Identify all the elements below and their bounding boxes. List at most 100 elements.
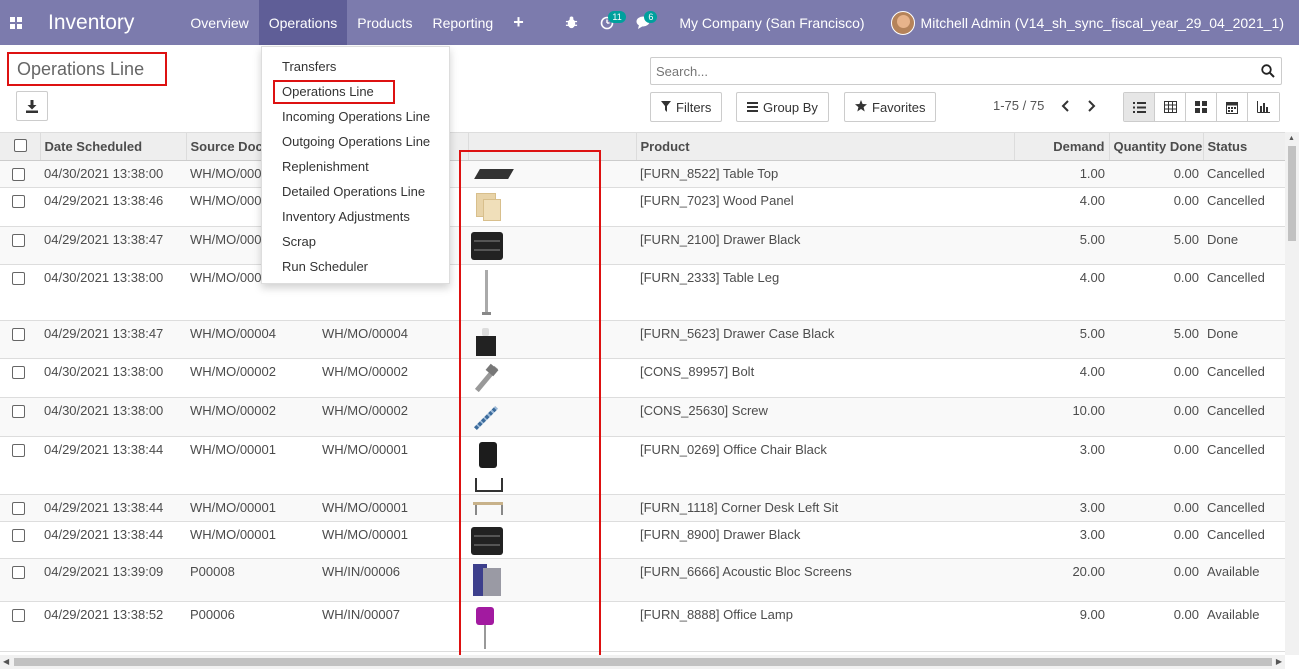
bug-icon[interactable] (561, 0, 581, 45)
cell-date-scheduled: 04/30/2021 13:38:00 (40, 160, 186, 188)
select-all-checkbox-cell[interactable] (0, 133, 41, 161)
vertical-scrollbar[interactable]: ▲ (1285, 132, 1299, 655)
cell-product-image (468, 187, 636, 227)
cell-date-scheduled: 04/30/2021 13:38:00 (40, 358, 186, 398)
menu-operations[interactable]: Operations (258, 0, 348, 45)
dropdown-item-inventory-adjustments[interactable]: Inventory Adjustments (262, 204, 449, 229)
column-demand[interactable]: Demand (1014, 133, 1110, 161)
dropdown-item-replenishment[interactable]: Replenishment (262, 154, 449, 179)
cell-source-doc: WH/MO/00002 (186, 358, 318, 398)
pager-value[interactable]: 1-75 / 75 (993, 98, 1044, 113)
dropdown-item-scrap[interactable]: Scrap (262, 229, 449, 254)
favorites-button[interactable]: Favorites (844, 92, 937, 122)
group-by-label: Group By (763, 99, 818, 115)
search-input[interactable] (651, 63, 1255, 79)
dropdown-item-detailed-operations-line[interactable]: Detailed Operations Line (262, 179, 449, 204)
cell-status: Cancelled (1203, 187, 1285, 227)
horizontal-scrollbar[interactable]: ◀ ▶ (0, 655, 1285, 669)
cell-reference: WH/MO/00002 (318, 397, 468, 437)
cell-demand: 3.00 (1014, 521, 1109, 559)
column-status[interactable]: Status (1203, 133, 1285, 161)
cell-date-scheduled: 04/30/2021 13:38:00 (40, 264, 186, 321)
scroll-left-icon[interactable]: ◀ (3, 657, 9, 666)
horizontal-scroll-thumb[interactable] (14, 658, 1272, 666)
cell-demand: 10.00 (1014, 397, 1109, 437)
cell-quantity-done: 0.00 (1109, 601, 1203, 652)
row-checkbox[interactable] (12, 565, 25, 579)
cell-status: Cancelled (1203, 358, 1285, 398)
row-select-cell (0, 358, 40, 398)
column-quantity-done[interactable]: Quantity Done (1109, 133, 1204, 161)
cell-quantity-done: 0.00 (1109, 521, 1203, 559)
cell-status: Cancelled (1203, 397, 1285, 437)
row-checkbox[interactable] (12, 608, 25, 622)
row-checkbox[interactable] (12, 501, 25, 515)
company-switcher[interactable]: My Company (San Francisco) (679, 15, 864, 31)
cell-date-scheduled: 04/29/2021 13:38:52 (40, 601, 186, 652)
column-date-scheduled[interactable]: Date Scheduled (40, 133, 187, 161)
table-row[interactable]: 04/29/2021 13:38:47 WH/MO/000 [FURN_2100] … (0, 226, 1285, 265)
cell-product: [FURN_7023] Wood Panel (636, 187, 1014, 227)
messages-badge: 6 (644, 11, 658, 23)
list-view-icon[interactable] (1124, 93, 1155, 121)
table-row[interactable]: 04/29/2021 13:39:09 P00008 WH/IN/00006 [FUR… (0, 558, 1285, 602)
dropdown-item-outgoing-operations-line[interactable]: Outgoing Operations Line (262, 129, 449, 154)
column-product[interactable]: Product (636, 133, 1015, 161)
dropdown-item-incoming-operations-line[interactable]: Incoming Operations Line (262, 104, 449, 129)
scroll-right-icon[interactable]: ▶ (1276, 657, 1282, 666)
pivot-view-icon[interactable] (1155, 93, 1186, 121)
menu-products[interactable]: Products (347, 0, 422, 45)
table-row[interactable]: 04/30/2021 13:38:00 WH/MO/000 [FURN_8522] … (0, 160, 1285, 188)
table-row[interactable]: 04/29/2021 13:38:47 WH/MO/00004 WH/MO/0000… (0, 320, 1285, 359)
table-row[interactable]: 04/29/2021 13:38:44 WH/MO/00001 WH/MO/0000… (0, 436, 1285, 495)
app-title[interactable]: Inventory (32, 11, 180, 35)
row-checkbox[interactable] (12, 327, 25, 341)
table-row[interactable]: 04/30/2021 13:38:00 WH/MO/00002 WH/MO/0000… (0, 358, 1285, 398)
table-row[interactable]: 04/29/2021 13:38:52 P00006 WH/IN/00007 [FUR… (0, 601, 1285, 652)
row-checkbox[interactable] (12, 443, 25, 457)
apps-menu-icon[interactable] (0, 0, 32, 45)
user-avatar[interactable] (890, 10, 915, 35)
table-row[interactable]: 04/30/2021 13:38:00 WH/MO/000 [FURN_2333] … (0, 264, 1285, 321)
cell-date-scheduled: 04/29/2021 13:38:47 (40, 320, 186, 359)
row-checkbox[interactable] (12, 233, 25, 247)
row-checkbox[interactable] (12, 194, 25, 208)
row-checkbox[interactable] (12, 365, 25, 379)
calendar-view-icon[interactable] (1217, 93, 1248, 121)
menu-reporting[interactable]: Reporting (422, 0, 503, 45)
plus-icon[interactable]: + (503, 0, 534, 45)
cell-date-scheduled: 04/29/2021 13:38:47 (40, 226, 186, 265)
messages-icon[interactable]: 6 (633, 0, 658, 45)
menu-overview[interactable]: Overview (180, 0, 258, 45)
graph-view-icon[interactable] (1248, 93, 1279, 121)
cell-source-doc: P00008 (186, 558, 318, 602)
row-checkbox[interactable] (12, 404, 25, 418)
cell-product: [FURN_2333] Table Leg (636, 264, 1014, 321)
row-select-cell (0, 436, 40, 495)
select-all-checkbox[interactable] (14, 139, 27, 153)
vertical-scroll-thumb[interactable] (1288, 146, 1296, 241)
user-menu[interactable]: Mitchell Admin (V14_sh_sync_fiscal_year_… (921, 15, 1299, 31)
table-row[interactable]: 04/29/2021 13:38:44 WH/MO/00001 WH/MO/0000… (0, 494, 1285, 522)
group-by-button[interactable]: Group By (736, 92, 829, 122)
row-checkbox[interactable] (12, 167, 25, 181)
table-row[interactable]: 04/30/2021 13:38:00 WH/MO/00002 WH/MO/0000… (0, 397, 1285, 437)
filters-button[interactable]: Filters (650, 92, 723, 122)
cell-product: [CONS_89957] Bolt (636, 358, 1014, 398)
cell-demand: 5.00 (1014, 320, 1109, 359)
row-checkbox[interactable] (12, 528, 25, 542)
dropdown-item-transfers[interactable]: Transfers (262, 54, 449, 79)
table-row[interactable]: 04/29/2021 13:38:44 WH/MO/00001 WH/MO/0000… (0, 521, 1285, 559)
export-button[interactable] (16, 91, 48, 121)
activity-clock-icon[interactable]: 11 (597, 0, 626, 45)
scroll-up-icon[interactable]: ▲ (1288, 135, 1295, 142)
search-icon[interactable] (1255, 64, 1281, 78)
column-image[interactable] (468, 133, 637, 161)
kanban-view-icon[interactable] (1186, 93, 1217, 121)
pager-previous-icon[interactable] (1055, 94, 1075, 118)
dropdown-item-operations-line[interactable]: Operations Line (262, 79, 449, 104)
pager-next-icon[interactable] (1082, 94, 1102, 118)
dropdown-item-run-scheduler[interactable]: Run Scheduler (262, 254, 449, 279)
row-checkbox[interactable] (12, 271, 25, 285)
table-row[interactable]: 04/29/2021 13:38:46 WH/MO/000 [FURN_7023] … (0, 187, 1285, 227)
